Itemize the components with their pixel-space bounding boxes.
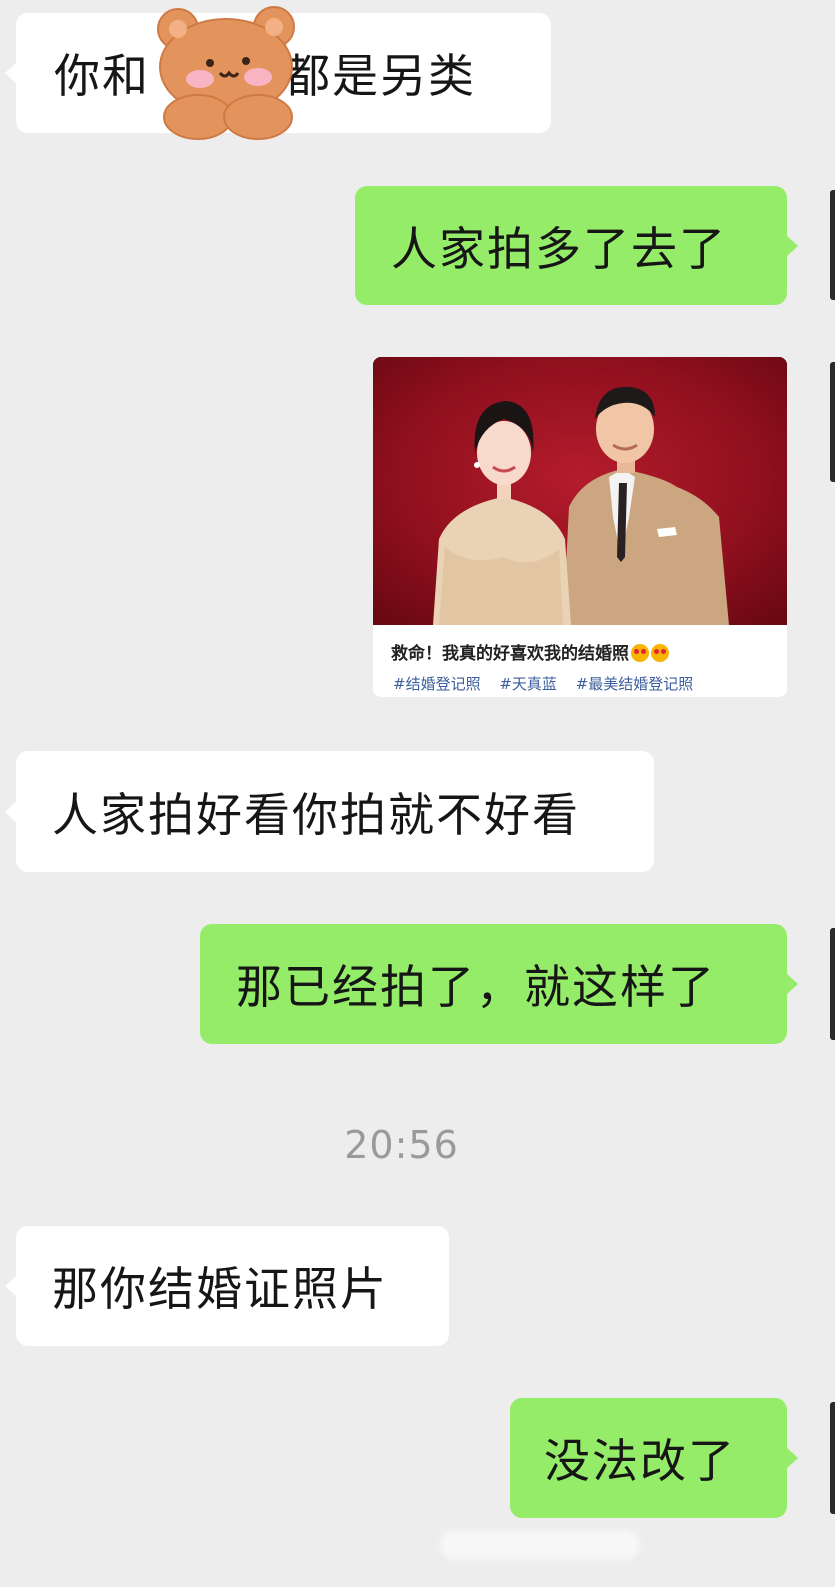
watermark-blur xyxy=(440,1530,640,1560)
hashtag-link[interactable]: #天真蓝 xyxy=(499,675,557,693)
message-bubble-outgoing[interactable]: 人家拍多了去了 xyxy=(355,186,798,305)
message-bubble-outgoing[interactable]: 那已经拍了，就这样了 xyxy=(200,924,798,1044)
message-text: 人家拍好看你拍就不好看 xyxy=(52,787,580,842)
heart-eyes-icon xyxy=(631,644,649,662)
message-text: 人家拍多了去了 xyxy=(391,221,727,276)
message-bubble-incoming[interactable]: 人家拍好看你拍就不好看 xyxy=(5,751,654,872)
message-bubble-outgoing[interactable]: 没法改了 xyxy=(510,1398,798,1518)
card-caption: 救命！我真的好喜欢我的结婚照 xyxy=(391,639,669,664)
chat-window: 你和 都是另类 人家拍多了去了 救命！我真的好喜欢我的结婚照 #结婚登记照 #天… xyxy=(0,0,835,1587)
screen-edge-strip xyxy=(830,1402,835,1514)
image-share-card[interactable]: 救命！我真的好喜欢我的结婚照 #结婚登记照 #天真蓝 #最美结婚登记照 xyxy=(373,357,787,697)
heart-eyes-icon xyxy=(651,644,669,662)
message-text: 那你结婚证照片 xyxy=(52,1262,388,1316)
screen-edge-strip xyxy=(830,362,835,482)
message-text: 那已经拍了，就这样了 xyxy=(236,960,716,1014)
wedding-photo xyxy=(373,357,787,625)
card-hashtags: #结婚登记照 #天真蓝 #最美结婚登记照 xyxy=(393,673,707,694)
hashtag-link[interactable]: #结婚登记照 xyxy=(393,675,481,693)
message-text: 没法改了 xyxy=(544,1434,736,1488)
message-text-part: 你和 xyxy=(54,49,150,103)
hashtag-link[interactable]: #最美结婚登记照 xyxy=(576,675,694,693)
message-text-part: 都是另类 xyxy=(284,49,476,103)
screen-edge-strip xyxy=(830,928,835,1040)
teddy-bear-sticker xyxy=(157,6,295,140)
message-bubble-incoming[interactable]: 那你结婚证照片 xyxy=(5,1226,449,1346)
screen-edge-strip xyxy=(830,190,835,300)
message-timestamp: 20:56 xyxy=(344,1123,459,1167)
